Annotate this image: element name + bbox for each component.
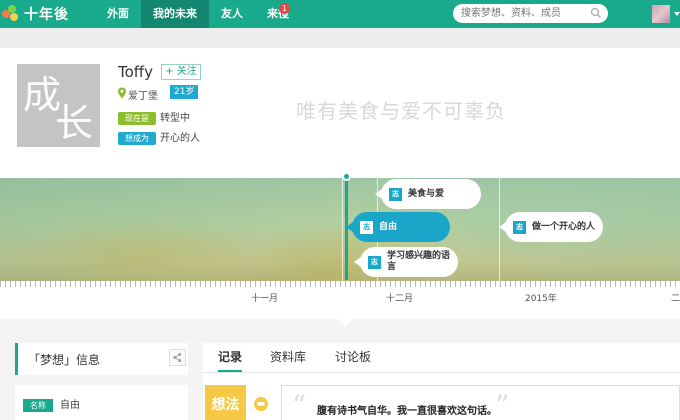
top-nav-bar: 十年後 外面 我的未来 友人 来往 1 bbox=[0, 0, 680, 28]
timeline-current-dot bbox=[342, 172, 351, 181]
month-label: 二 bbox=[671, 294, 680, 304]
chevron-down-icon[interactable] bbox=[282, 13, 288, 19]
month-label: 2015年 bbox=[525, 294, 557, 304]
avatar-menu-caret-icon[interactable] bbox=[674, 12, 680, 16]
event-label: 美食与爱 bbox=[408, 188, 445, 199]
nav-contacts[interactable]: 来往 bbox=[255, 0, 301, 28]
follow-button[interactable]: + 关注 bbox=[161, 64, 201, 80]
profile-header: 成 长 Toffy + 关注 爱丁堡 21岁 现在是 转型中 想成为 开心的人 … bbox=[0, 48, 680, 161]
timeline-event[interactable]: 志 学习感兴趣的语言 bbox=[354, 247, 458, 277]
tab-records[interactable]: 记录 bbox=[218, 347, 243, 372]
tab-library[interactable]: 资料库 bbox=[270, 347, 306, 372]
event-label: 做一个开心的人 bbox=[532, 221, 596, 232]
status-now-value: 转型中 bbox=[160, 113, 190, 124]
event-marker-icon: 志 bbox=[368, 255, 381, 269]
record-quote: “ 腹有诗书气自华。我一直很喜欢这句话。 ” bbox=[281, 385, 680, 420]
nav-friends[interactable]: 友人 bbox=[209, 0, 255, 28]
want-to-be-tag: 想成为 bbox=[118, 132, 156, 145]
tab-discussion[interactable]: 讨论板 bbox=[335, 347, 371, 372]
close-quote-icon: ” bbox=[495, 389, 510, 420]
dream-timeline: 志 美食与爱 志 自由 志 学习感兴趣的语言 志 做一个开心的人 十一月 十二月… bbox=[0, 161, 680, 319]
age-badge: 21岁 bbox=[170, 85, 199, 99]
event-label: 自由 bbox=[379, 221, 398, 232]
search-icon[interactable] bbox=[590, 7, 602, 19]
logo-text: 十年後 bbox=[24, 7, 69, 23]
dream-name-value: 自由 bbox=[60, 400, 80, 411]
comment-icon[interactable] bbox=[253, 397, 269, 412]
status-now-tag: 现在是 bbox=[118, 112, 156, 125]
logo-icon bbox=[2, 5, 20, 23]
idea-type-badge: 想法 bbox=[205, 385, 246, 420]
search-input[interactable] bbox=[461, 6, 586, 21]
dream-info-fields: 名称 自由 bbox=[15, 385, 188, 420]
timeline-event-active[interactable]: 志 自由 bbox=[346, 212, 450, 242]
user-avatar[interactable] bbox=[652, 5, 670, 23]
tabs-divider bbox=[203, 372, 680, 373]
user-location: 爱丁堡 bbox=[128, 91, 158, 102]
event-marker-icon: 志 bbox=[389, 187, 402, 201]
profile-photo[interactable]: 成 长 bbox=[17, 64, 100, 147]
nav-my-future[interactable]: 我的未来 bbox=[141, 0, 209, 28]
share-icon[interactable] bbox=[169, 349, 186, 366]
want-to-be-value: 开心的人 bbox=[160, 133, 200, 144]
record-quote-text: 腹有诗书气自华。我一直很喜欢这句话。 bbox=[317, 406, 497, 417]
user-motto: 唯有美食与爱不可辜负 bbox=[296, 99, 506, 123]
timeline-event[interactable]: 志 美食与爱 bbox=[375, 179, 481, 209]
timeline-ticks bbox=[0, 281, 680, 287]
event-marker-icon: 志 bbox=[360, 220, 373, 234]
site-logo[interactable]: 十年後 bbox=[2, 3, 69, 25]
dream-info-header: 「梦想」信息 bbox=[15, 343, 188, 375]
user-name: Toffy bbox=[118, 63, 154, 81]
month-label: 十一月 bbox=[251, 294, 279, 304]
main-nav: 外面 我的未来 友人 来往 bbox=[95, 0, 301, 28]
timeline-pointer bbox=[337, 318, 353, 327]
month-label: 十二月 bbox=[386, 294, 414, 304]
dream-info-title: 「梦想」信息 bbox=[28, 353, 101, 367]
nav-outside[interactable]: 外面 bbox=[95, 0, 141, 28]
timeline-event[interactable]: 志 做一个开心的人 bbox=[499, 212, 603, 242]
search-box bbox=[453, 4, 608, 23]
page: 十年後 外面 我的未来 友人 来往 1 成 长 Toffy + 关注 bbox=[0, 0, 680, 420]
photo-char-2: 长 bbox=[55, 101, 94, 145]
timeline-axis: 十一月 十二月 2015年 二 bbox=[0, 281, 680, 319]
event-label: 学习感兴趣的语言 bbox=[387, 251, 451, 272]
event-marker-icon: 志 bbox=[513, 220, 526, 234]
dream-name-label: 名称 bbox=[23, 399, 53, 412]
open-quote-icon: “ bbox=[292, 389, 307, 420]
location-pin-icon bbox=[118, 87, 126, 99]
